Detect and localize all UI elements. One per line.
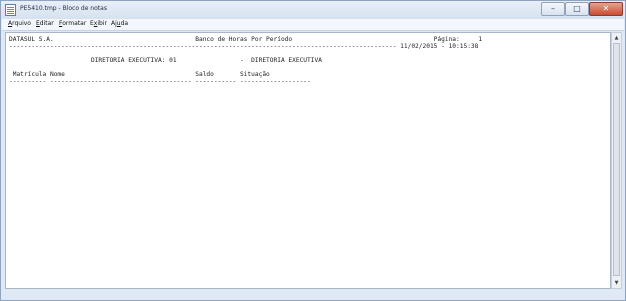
menu-arquivo[interactable]: Arquivo <box>8 20 31 27</box>
menu-formatar[interactable]: Formatar <box>59 20 86 27</box>
report-line-diretoria: DIRETORIA EXECUTIVA: 01 - DIRETORIA EXEC… <box>9 57 322 64</box>
menu-exibir-rest: ibir <box>97 20 107 27</box>
notepad-icon[interactable] <box>5 4 16 16</box>
minimize-button[interactable]: – <box>541 2 565 16</box>
report-line-columns: Matrícula Nome Saldo Situação <box>9 71 270 78</box>
menu-ajuda-rest: da <box>120 20 129 27</box>
scroll-down-button[interactable]: ▼ <box>613 279 620 287</box>
menu-editar-rest: ditar <box>39 20 54 27</box>
window-title: PE5410.tmp - Bloco de notas <box>20 5 107 12</box>
scroll-thumb[interactable] <box>613 43 620 276</box>
menu-bar: Arquivo Editar Formatar Exibir Ajuda <box>2 19 624 31</box>
close-button[interactable]: ✕ <box>589 2 623 16</box>
menu-arquivo-rest: rquivo <box>12 20 31 27</box>
menu-editar[interactable]: Editar <box>36 20 54 27</box>
report-line-date: ----------------------------------------… <box>9 43 479 50</box>
menu-formatar-rest: ormatar <box>62 20 87 27</box>
notepad-window: PE5410.tmp - Bloco de notas – □ ✕ Arquiv… <box>0 0 626 301</box>
report-line-column-rule: ---------- -----------------------------… <box>9 78 311 85</box>
scroll-up-button[interactable]: ▲ <box>613 34 620 42</box>
maximize-button[interactable]: □ <box>565 2 589 16</box>
vertical-scrollbar[interactable]: ▲ ▼ <box>611 32 622 289</box>
window-bottom-border <box>2 290 624 300</box>
menu-exibir[interactable]: Exibir <box>90 20 107 27</box>
report-line-header: DATASUL S.A. Banco de Horas Por Período … <box>9 36 483 43</box>
menu-ajuda[interactable]: Ajuda <box>111 20 128 27</box>
text-editor[interactable]: ----------------------------------------… <box>5 32 611 289</box>
title-bar[interactable]: PE5410.tmp - Bloco de notas – □ ✕ <box>1 1 625 19</box>
